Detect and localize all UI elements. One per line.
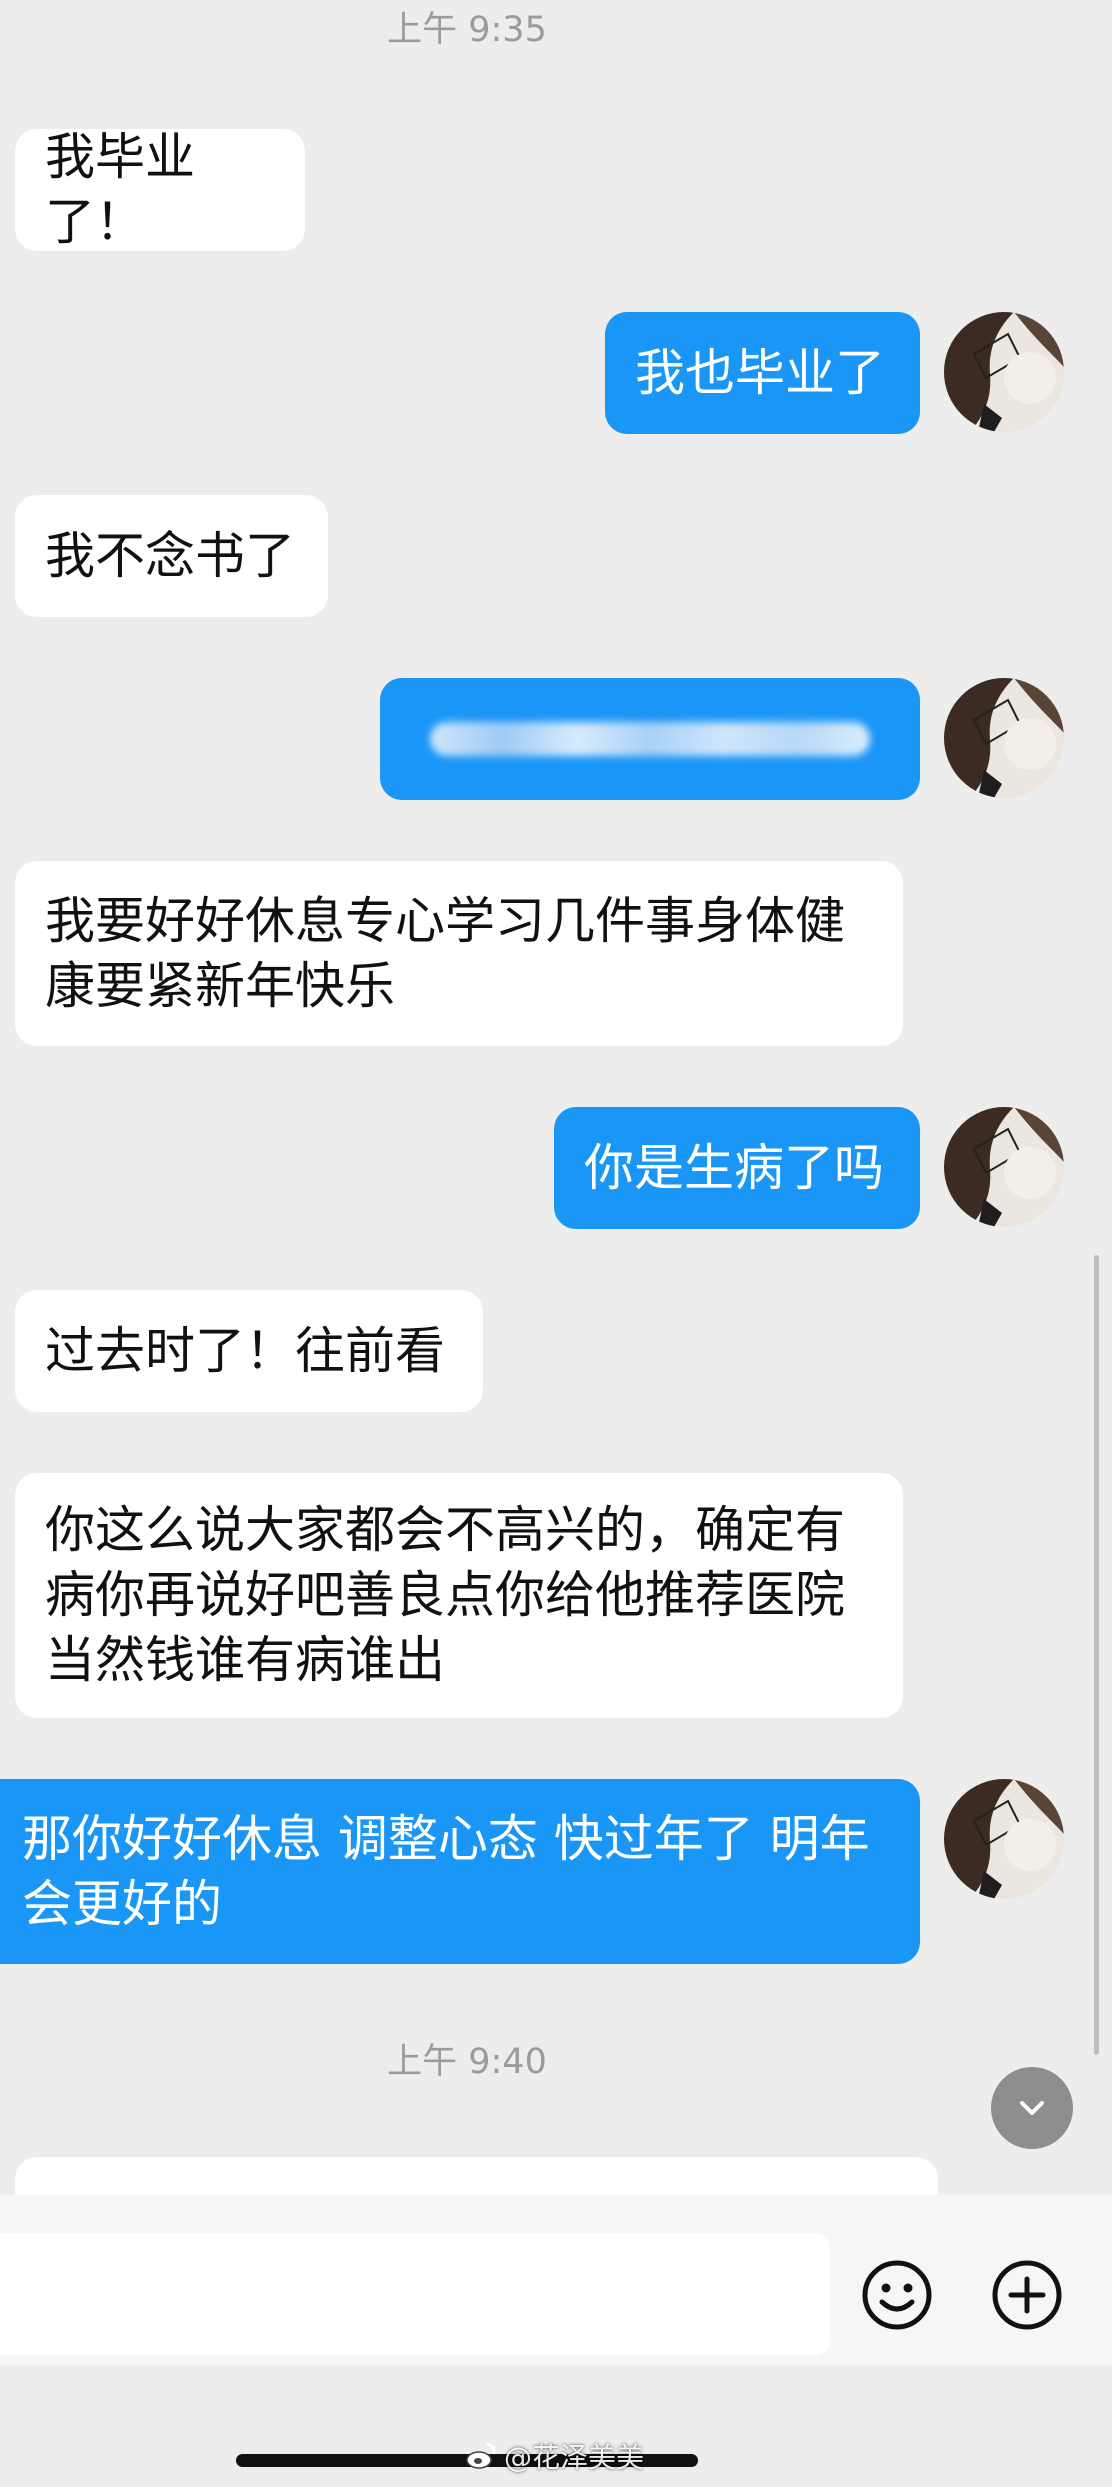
avatar-portrait-icon: [944, 312, 1064, 432]
message-text: 你这么说大家都会不高兴的，确定有 病你再说好吧善良点你给他推荐医院 当然钱谁有病…: [45, 1498, 845, 1693]
message-line: 我要好好休息专心学习几件事身体健: [45, 891, 845, 950]
outgoing-message-obscured[interactable]: [380, 678, 920, 800]
scroll-to-bottom-button[interactable]: [991, 2067, 1073, 2149]
avatar-portrait-icon: [944, 1107, 1064, 1227]
incoming-message[interactable]: 我毕业了！: [15, 128, 305, 251]
outgoing-message[interactable]: 那你好好休息 调整心态 快过年了 明年 会更好的: [0, 1779, 920, 1964]
message-input[interactable]: [0, 2233, 830, 2355]
avatar[interactable]: [944, 678, 1064, 798]
watermark-text: @花泽美美: [504, 2441, 645, 2474]
emoji-button[interactable]: [860, 2258, 934, 2332]
plus-circle-icon: [992, 2260, 1062, 2330]
incoming-message[interactable]: 我要好好休息专心学习几件事身体健 康要紧新年快乐: [15, 861, 903, 1046]
message-text: 我要好好休息专心学习几件事身体健 康要紧新年快乐: [45, 889, 845, 1019]
incoming-message-partial[interactable]: [15, 2157, 938, 2195]
blurred-text: [430, 722, 870, 756]
incoming-message[interactable]: 你这么说大家都会不高兴的，确定有 病你再说好吧善良点你给他推荐医院 当然钱谁有病…: [15, 1473, 903, 1718]
incoming-message[interactable]: 过去时了！往前看: [15, 1290, 483, 1412]
avatar[interactable]: [944, 1779, 1064, 1899]
message-text: 我不念书了: [45, 526, 295, 585]
message-text: 那你好好休息 调整心态 快过年了 明年 会更好的: [22, 1807, 870, 1937]
outgoing-message[interactable]: 你是生病了吗: [554, 1107, 920, 1229]
smiley-face-icon: [862, 2260, 932, 2330]
avatar[interactable]: [944, 1107, 1064, 1227]
message-text: 过去时了！往前看: [45, 1321, 445, 1380]
message-text: 你是生病了吗: [584, 1138, 884, 1197]
message-line: 你这么说大家都会不高兴的，确定有: [45, 1501, 845, 1559]
timestamp: 上午 9:35: [387, 10, 547, 50]
chat-area: 上午 9:35 我毕业了！ 我也毕业了 我不念书了 我要好好休息专心学习几件事身…: [0, 0, 1112, 2195]
message-line: 当然钱谁有病谁出: [45, 1631, 445, 1689]
message-line: 那你好好休息 调整心态 快过年了 明年: [22, 1809, 870, 1868]
incoming-message[interactable]: 我不念书了: [15, 495, 328, 617]
timestamp: 上午 9:40: [387, 2042, 547, 2082]
outgoing-message[interactable]: 我也毕业了: [605, 312, 920, 434]
message-line: 康要紧新年快乐: [45, 956, 395, 1015]
avatar-portrait-icon: [944, 1779, 1064, 1899]
watermark: @花泽美美: [464, 2436, 644, 2476]
add-button[interactable]: [990, 2258, 1064, 2332]
scrollbar[interactable]: [1094, 1255, 1099, 2055]
chevron-down-icon: [1020, 2101, 1044, 2115]
avatar-portrait-icon: [944, 678, 1064, 798]
message-text: 我毕业了！: [45, 128, 195, 251]
weibo-logo-icon: [464, 2439, 498, 2473]
message-text: 我也毕业了: [635, 343, 885, 402]
input-bar: [0, 2195, 1112, 2365]
avatar[interactable]: [944, 312, 1064, 432]
message-line: 会更好的: [22, 1874, 222, 1933]
message-line: 病你再说好吧善良点你给他推荐医院: [45, 1566, 845, 1624]
